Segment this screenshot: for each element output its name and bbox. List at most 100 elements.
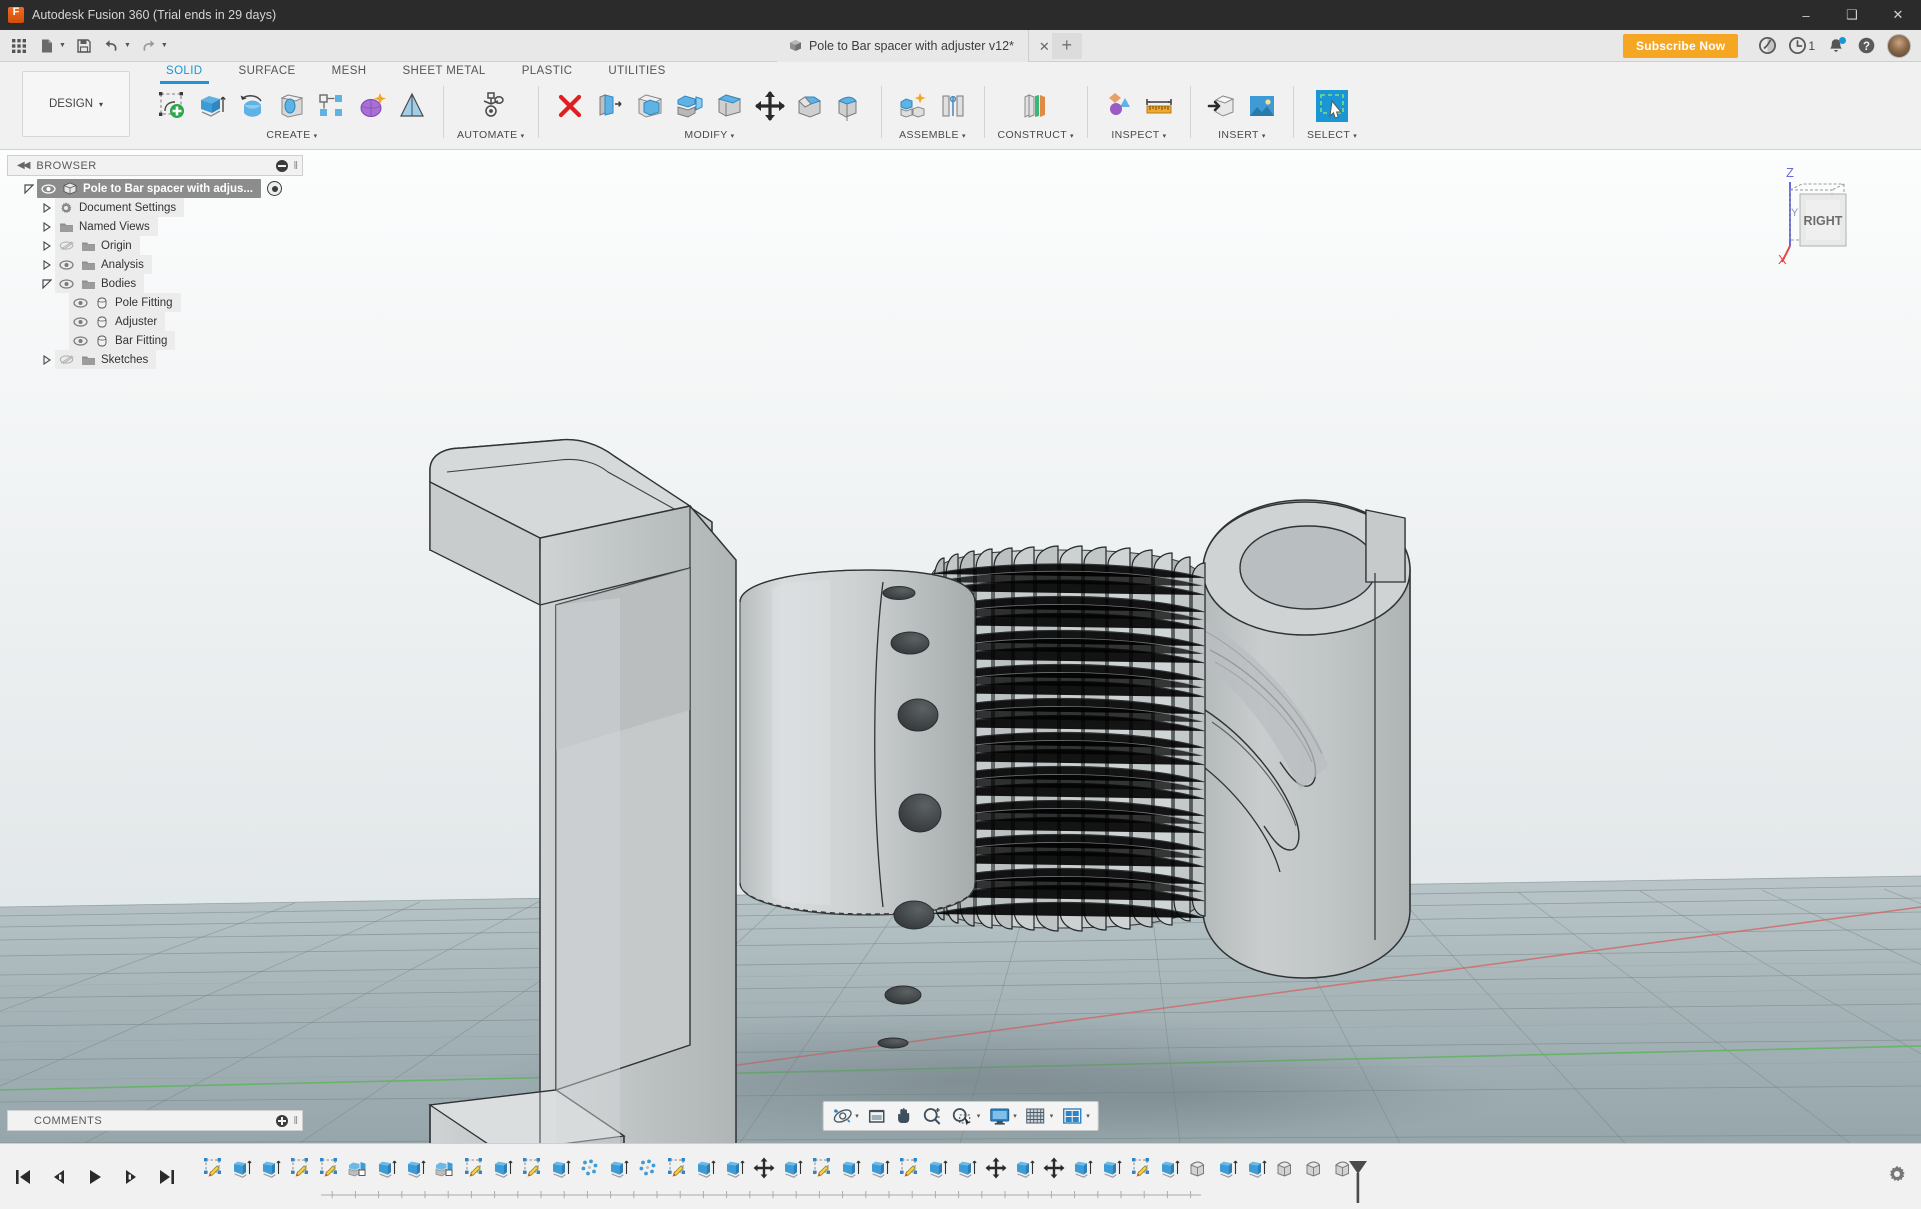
tab-surface[interactable]: SURFACE <box>221 62 314 84</box>
visibility-eye-icon[interactable] <box>55 255 77 274</box>
close-window-button[interactable]: ✕ <box>1875 0 1921 30</box>
undo-icon[interactable] <box>99 33 125 59</box>
viewports-icon[interactable]: ▾ <box>1057 1103 1093 1129</box>
extrude-feature[interactable] <box>227 1151 256 1185</box>
double-chevron-left-icon[interactable]: ◀◀ <box>17 160 30 171</box>
construct-caret-icon[interactable]: ▾ <box>1070 133 1074 140</box>
subscribe-now-button[interactable]: Subscribe Now <box>1623 33 1739 58</box>
look-at-icon[interactable] <box>863 1103 891 1129</box>
extrude-feature[interactable] <box>778 1151 807 1185</box>
tab-utilities[interactable]: UTILITIES <box>590 62 683 84</box>
display-caret-icon[interactable]: ▾ <box>1013 1112 1017 1120</box>
grid-caret-icon[interactable]: ▾ <box>1050 1112 1054 1120</box>
maximize-button[interactable]: ❑ <box>1829 0 1875 30</box>
select-caret-icon[interactable]: ▾ <box>1353 133 1357 140</box>
combine-feature[interactable] <box>343 1151 372 1185</box>
revolve-icon[interactable] <box>234 88 270 124</box>
insert-derive-icon[interactable] <box>1204 88 1240 124</box>
file-menu-caret-icon[interactable]: ▼ <box>59 42 66 49</box>
extrude-feature[interactable] <box>952 1151 981 1185</box>
tree-row-pole-fitting[interactable]: Pole Fitting <box>7 293 303 312</box>
orbit-caret-icon[interactable]: ▾ <box>855 1112 859 1120</box>
pattern-icon[interactable] <box>314 88 350 124</box>
fillet-feature[interactable] <box>1300 1151 1329 1185</box>
form-icon[interactable] <box>354 88 390 124</box>
press-pull-icon[interactable] <box>592 88 628 124</box>
extrude-feature[interactable] <box>720 1151 749 1185</box>
split-face-icon[interactable] <box>712 88 748 124</box>
tree-item-root[interactable]: Pole to Bar spacer with adjus... <box>37 179 261 198</box>
go-to-end-icon[interactable] <box>156 1166 178 1188</box>
sketch-feature[interactable] <box>894 1151 923 1185</box>
extrude-feature[interactable] <box>1068 1151 1097 1185</box>
offset-plane-icon[interactable] <box>1018 88 1054 124</box>
step-back-icon[interactable] <box>48 1166 70 1188</box>
job-status-icon[interactable] <box>1782 33 1812 59</box>
comments-grip-icon[interactable]: ‖ <box>293 1115 298 1127</box>
extrude-feature[interactable] <box>256 1151 285 1185</box>
notifications-icon[interactable] <box>1821 33 1851 59</box>
play-icon[interactable] <box>84 1166 106 1188</box>
select-icon[interactable] <box>1314 88 1350 124</box>
file-icon[interactable] <box>34 33 60 59</box>
sketch-feature[interactable] <box>198 1151 227 1185</box>
tree-row-analysis[interactable]: Analysis <box>7 255 303 274</box>
fillet-feature[interactable] <box>1329 1151 1358 1185</box>
tree-row-sketches[interactable]: Sketches <box>7 350 303 369</box>
expand-arrow-icon[interactable] <box>21 179 37 198</box>
joint-icon[interactable] <box>935 88 971 124</box>
tree-item-bodies[interactable]: Bodies <box>55 274 145 293</box>
visibility-eye-icon[interactable] <box>69 331 91 350</box>
minimize-panel-icon[interactable] <box>276 159 289 172</box>
sketch-feature[interactable] <box>1126 1151 1155 1185</box>
extensions-icon[interactable] <box>1752 33 1782 59</box>
tree-item-sketches[interactable]: Sketches <box>55 350 157 369</box>
visibility-eye-icon[interactable] <box>69 312 91 331</box>
extrude-icon[interactable] <box>194 88 230 124</box>
tree-row-bodies[interactable]: Bodies <box>7 274 303 293</box>
tree-row-named-views[interactable]: Named Views <box>7 217 303 236</box>
app-grid-icon[interactable] <box>6 33 32 59</box>
extrude-feature[interactable] <box>836 1151 865 1185</box>
pattern-feature[interactable] <box>633 1151 662 1185</box>
fillet-feature[interactable] <box>1271 1151 1300 1185</box>
viewports-caret-icon[interactable]: ▾ <box>1086 1112 1090 1120</box>
grid-snaps-icon[interactable]: ▾ <box>1021 1103 1057 1129</box>
chevron-right-icon[interactable] <box>39 255 55 274</box>
chevron-right-icon[interactable] <box>39 198 55 217</box>
add-comment-icon[interactable] <box>276 1114 289 1127</box>
timeline-track[interactable] <box>198 1151 1367 1203</box>
assemble-caret-icon[interactable]: ▾ <box>962 133 966 140</box>
sketch-feature[interactable] <box>807 1151 836 1185</box>
chamfer-icon[interactable] <box>792 88 828 124</box>
combine-icon[interactable] <box>672 88 708 124</box>
tree-item-bar-fitting[interactable]: Bar Fitting <box>69 331 176 350</box>
sketch-feature[interactable] <box>517 1151 546 1185</box>
shell-icon[interactable] <box>632 88 668 124</box>
tab-mesh[interactable]: MESH <box>314 62 385 84</box>
tree-row-origin[interactable]: Origin <box>7 236 303 255</box>
close-document-tab-button[interactable]: ✕ <box>1039 39 1050 55</box>
extrude-feature[interactable] <box>1242 1151 1271 1185</box>
extrude-feature[interactable] <box>604 1151 633 1185</box>
zoom-window-icon[interactable]: ▾ <box>948 1103 984 1129</box>
sketch-feature[interactable] <box>662 1151 691 1185</box>
tree-item-analysis[interactable]: Analysis <box>55 255 152 274</box>
workspace-switcher[interactable]: DESIGN ▾ <box>22 71 130 137</box>
sketch-feature[interactable] <box>314 1151 343 1185</box>
automate-caret-icon[interactable]: ▾ <box>521 133 525 140</box>
new-document-tab-button[interactable]: + <box>1051 32 1082 59</box>
extrude-feature[interactable] <box>1097 1151 1126 1185</box>
redo-icon[interactable] <box>136 33 162 59</box>
minimize-button[interactable]: – <box>1783 0 1829 30</box>
panel-grip-icon[interactable]: ‖ <box>293 160 298 172</box>
save-icon[interactable] <box>71 33 97 59</box>
tab-plastic[interactable]: PLASTIC <box>504 62 591 84</box>
visibility-eye-icon[interactable] <box>55 274 77 293</box>
interference-icon[interactable] <box>1101 88 1137 124</box>
redo-caret-icon[interactable]: ▼ <box>161 42 168 49</box>
visibility-eye-icon[interactable] <box>69 293 91 312</box>
view-cube[interactable]: Z X Y RIGHT <box>1756 160 1866 268</box>
visibility-eye-off-icon[interactable] <box>55 236 77 255</box>
modify-caret-icon[interactable]: ▾ <box>731 133 735 140</box>
